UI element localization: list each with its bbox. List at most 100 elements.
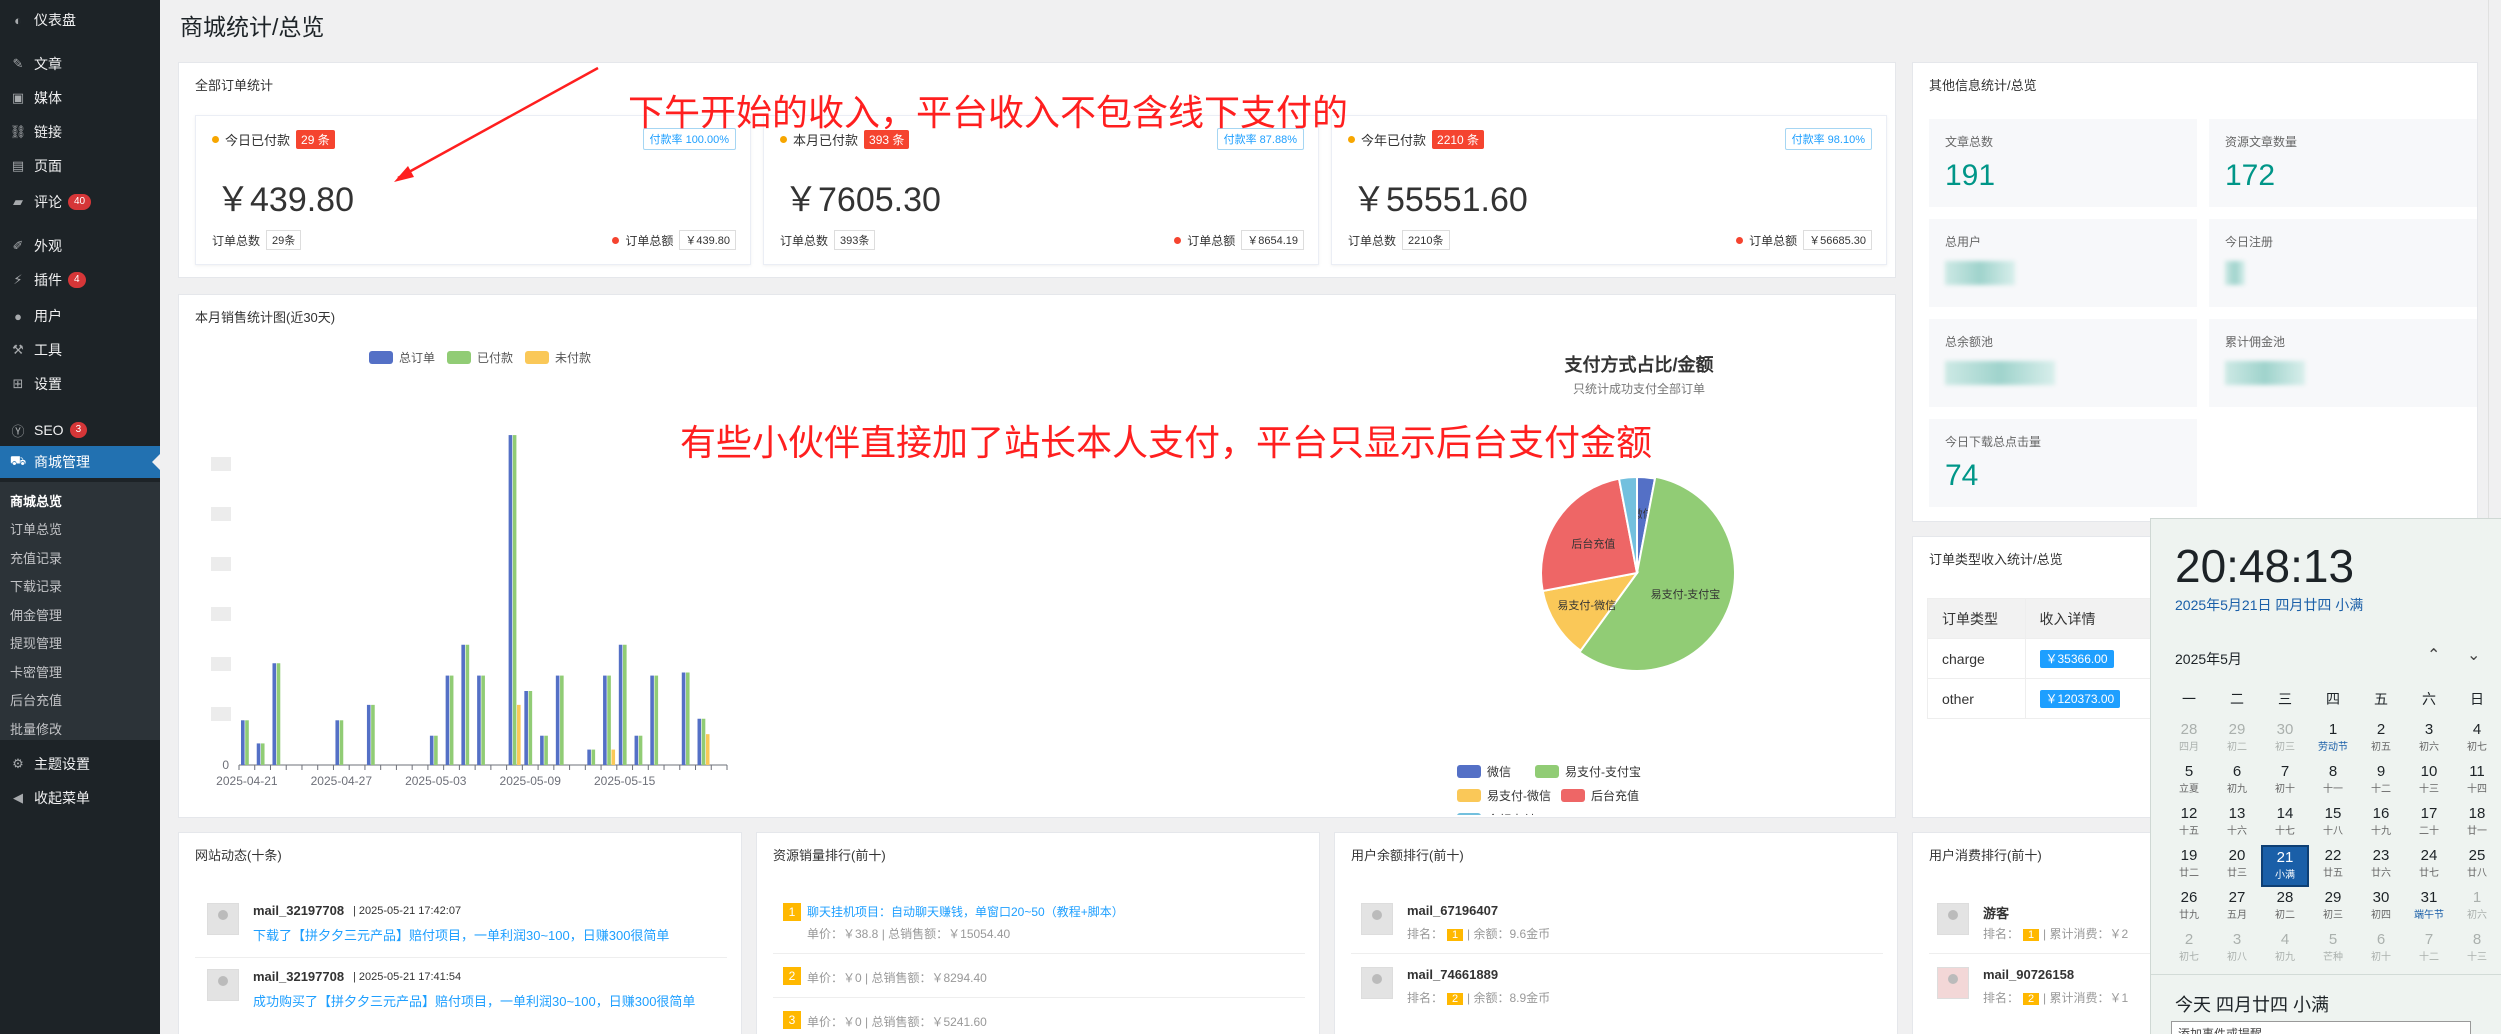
calendar-day[interactable]: 7 初十 xyxy=(2261,761,2309,803)
balance-user[interactable]: mail_74661889 xyxy=(1407,967,1498,982)
day-number: 28 xyxy=(2276,889,2294,906)
calendar-day[interactable]: 11 十四 xyxy=(2453,761,2501,803)
calendar-day[interactable]: 1 初六 xyxy=(2453,887,2501,929)
calendar-day[interactable]: 3 初六 xyxy=(2405,719,2453,761)
calendar-day[interactable]: 5 立夏 xyxy=(2165,761,2213,803)
calendar-day[interactable]: 22 廿五 xyxy=(2309,845,2357,887)
calendar-today-line: 今天 四月廿四 小满 xyxy=(2175,995,2330,1015)
calendar-day[interactable]: 30 初四 xyxy=(2357,887,2405,929)
calendar-day[interactable]: 2 初七 xyxy=(2165,929,2213,971)
sidebar-item-5[interactable]: ▰ 评论 40 xyxy=(0,186,160,218)
submenu-item[interactable]: 批量修改 xyxy=(10,716,62,740)
calendar-day[interactable]: 21 小满 xyxy=(2261,845,2309,887)
calendar-day[interactable]: 28 初二 xyxy=(2261,887,2309,929)
submenu-item[interactable]: 下载记录 xyxy=(10,574,62,598)
calendar-day[interactable]: 12 十五 xyxy=(2165,803,2213,845)
calendar-day[interactable]: 25 廿八 xyxy=(2453,845,2501,887)
resource-name[interactable]: 聊天挂机项目：自动聊天赚钱，单窗口20~50（教程+脚本） xyxy=(807,903,1124,920)
calendar-day[interactable]: 17 二十 xyxy=(2405,803,2453,845)
y-tick-label-blurred xyxy=(211,657,231,671)
pie-legend-label: 后台充值 xyxy=(1591,788,1639,803)
calendar-day[interactable]: 19 廿二 xyxy=(2165,845,2213,887)
calendar-day[interactable]: 18 廿一 xyxy=(2453,803,2501,845)
sidebar-item-8[interactable]: ● 用户 xyxy=(0,300,160,332)
sidebar-item-4[interactable]: ▤ 页面 xyxy=(0,150,160,182)
chevron-down-icon[interactable]: ⌄ xyxy=(2467,645,2480,665)
calendar-day[interactable]: 1 劳动节 xyxy=(2309,719,2357,761)
spend-user[interactable]: mail_90726158 xyxy=(1983,967,2074,982)
activity-text[interactable]: 成功购买了【拼夕夕三元产品】赔付项目，一单利润30~100，日赚300很简单 xyxy=(253,991,723,1013)
sidebar-item-0[interactable]: ◐ 仪表盘 xyxy=(0,4,160,36)
sidebar-item-1[interactable]: ✎ 文章 xyxy=(0,48,160,80)
clock-calendar-popup: 20:48:13 2025年5月21日 四月廿四 小满 2025年5月 ⌃ ⌄ … xyxy=(2150,518,2501,1034)
shop-submenu: 商城总览订单总览充值记录下载记录佣金管理提现管理卡密管理后台充值批量修改 xyxy=(0,482,160,740)
submenu-item[interactable]: 充值记录 xyxy=(10,545,62,569)
user-avatar-icon xyxy=(1937,967,1969,999)
calendar-day[interactable]: 24 廿七 xyxy=(2405,845,2453,887)
calendar-day[interactable]: 8 十一 xyxy=(2309,761,2357,803)
calendar-day[interactable]: 29 初二 xyxy=(2213,719,2261,761)
rank-label: 排名： xyxy=(1407,991,1444,1005)
submenu-item[interactable]: 商城总览 xyxy=(10,488,62,512)
activity-user[interactable]: mail_32197708 xyxy=(253,969,344,984)
bar xyxy=(701,718,706,765)
calendar-day[interactable]: 26 廿九 xyxy=(2165,887,2213,929)
info-tile: 今日注册 xyxy=(2209,219,2477,307)
sidebar-item-12[interactable]: ⛟ 商城管理 xyxy=(0,446,160,478)
submenu-item[interactable]: 后台充值 xyxy=(10,688,62,712)
calendar-day[interactable]: 14 十七 xyxy=(2261,803,2309,845)
spend-user[interactable]: 游客 xyxy=(1983,903,2009,922)
calendar-day[interactable]: 2 初五 xyxy=(2357,719,2405,761)
submenu-item[interactable]: 卡密管理 xyxy=(10,659,62,683)
calendar-day[interactable]: 30 初三 xyxy=(2261,719,2309,761)
clock-date-link[interactable]: 2025年5月21日 四月廿四 小满 xyxy=(2175,595,2363,615)
calendar-day[interactable]: 15 十八 xyxy=(2309,803,2357,845)
calendar-day[interactable]: 10 十三 xyxy=(2405,761,2453,803)
activity-text[interactable]: 下载了【拼夕夕三元产品】赔付项目，一单利润30~100，日赚300很简单 xyxy=(253,925,723,944)
sidebar-item-2[interactable]: ▣ 媒体 xyxy=(0,82,160,114)
submenu-item[interactable]: 提现管理 xyxy=(10,631,62,655)
calendar-day[interactable]: 4 初七 xyxy=(2453,719,2501,761)
calendar-month[interactable]: 2025年5月 xyxy=(2175,649,2242,669)
sidebar-item-6[interactable]: ✐ 外观 xyxy=(0,230,160,262)
day-number: 3 xyxy=(2424,721,2434,738)
calendar-day[interactable]: 3 初八 xyxy=(2213,929,2261,971)
event-input[interactable]: 添加事件或提醒 xyxy=(2171,1021,2471,1034)
calendar-day[interactable]: 27 五月 xyxy=(2213,887,2261,929)
calendar-day[interactable]: 6 初九 xyxy=(2213,761,2261,803)
calendar-day[interactable]: 4 初九 xyxy=(2261,929,2309,971)
sidebar-item-10[interactable]: ⊞ 设置 xyxy=(0,368,160,400)
calendar-day[interactable]: 23 廿六 xyxy=(2357,845,2405,887)
calendar-day[interactable]: 20 廿三 xyxy=(2213,845,2261,887)
stat-label-text: 今日已付款 xyxy=(225,133,291,148)
calendar-day[interactable]: 5 芒种 xyxy=(2309,929,2357,971)
submenu-item[interactable]: 佣金管理 xyxy=(10,602,62,626)
avatar xyxy=(207,969,239,1001)
rank-label: 排名： xyxy=(1407,927,1444,941)
activity-user[interactable]: mail_32197708 xyxy=(253,903,344,918)
lunar-label: 十三 xyxy=(2419,784,2439,795)
sidebar-item-11[interactable]: Ⓨ SEO 3 xyxy=(0,414,160,446)
bar xyxy=(445,675,450,765)
calendar-day[interactable]: 16 十九 xyxy=(2357,803,2405,845)
sidebar-item-13[interactable]: ⚙ 主题设置 xyxy=(0,748,160,780)
status-dot xyxy=(612,236,620,244)
calendar-day[interactable]: 31 端午节 xyxy=(2405,887,2453,929)
calendar-day[interactable]: 29 初三 xyxy=(2309,887,2357,929)
sidebar-item-3[interactable]: ⛓ 链接 xyxy=(0,116,160,148)
sidebar-item-9[interactable]: ⚒ 工具 xyxy=(0,334,160,366)
sidebar-item-14[interactable]: ◀ 收起菜单 xyxy=(0,782,160,814)
calendar-day[interactable]: 6 初十 xyxy=(2357,929,2405,971)
sidebar-item-7[interactable]: ⚡ 插件 4 xyxy=(0,264,160,296)
chevron-up-icon[interactable]: ⌃ xyxy=(2427,645,2440,665)
calendar-day[interactable]: 8 十三 xyxy=(2453,929,2501,971)
calendar-day[interactable]: 9 十二 xyxy=(2357,761,2405,803)
clock-time: 20:48:13 xyxy=(2175,540,2355,592)
submenu-item[interactable]: 订单总览 xyxy=(10,517,62,541)
bar xyxy=(366,704,371,765)
calendar-day[interactable]: 28 四月 xyxy=(2165,719,2213,761)
calendar-day[interactable]: 7 十二 xyxy=(2405,929,2453,971)
balance-user[interactable]: mail_67196407 xyxy=(1407,903,1498,918)
calendar-day[interactable]: 13 十六 xyxy=(2213,803,2261,845)
x-tick-label: 2025-05-09 xyxy=(500,774,562,788)
